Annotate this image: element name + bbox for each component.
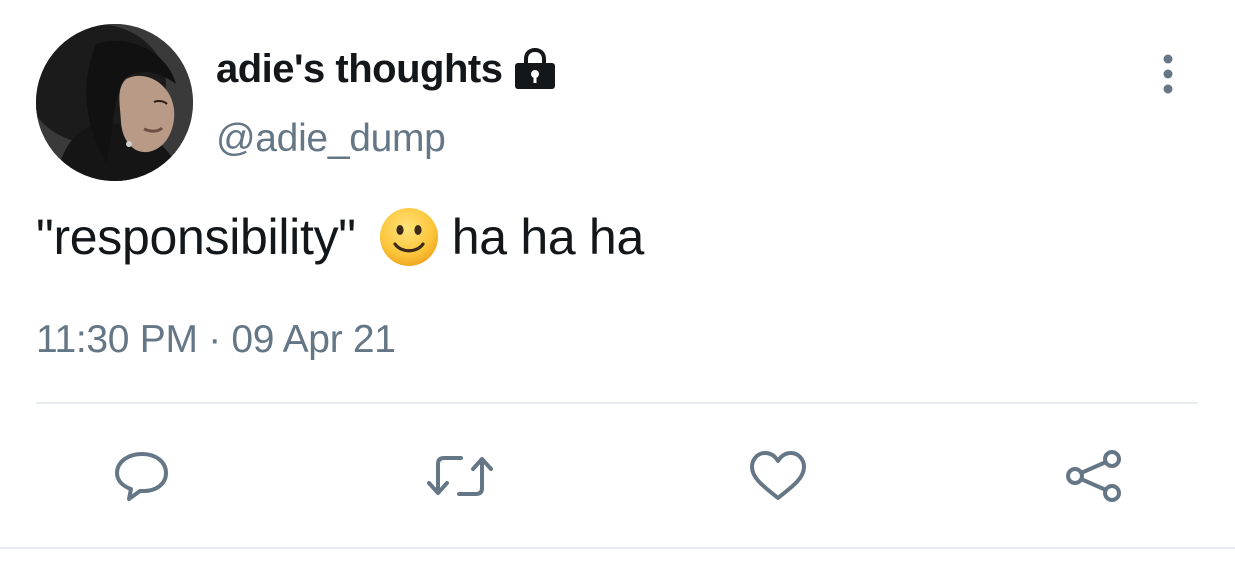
bottom-divider <box>0 547 1235 549</box>
tweet-time: 11:30 PM <box>36 318 198 361</box>
speech-bubble-icon <box>115 452 168 501</box>
avatar-image <box>36 24 193 181</box>
user-handle[interactable]: @adie_dump <box>216 117 446 161</box>
divider <box>36 402 1198 404</box>
lock-icon <box>512 47 558 90</box>
tweet-text: "responsibility" ha ha ha <box>36 206 644 268</box>
tweet-text-part-2: ha ha ha <box>451 209 645 265</box>
retweet-button[interactable] <box>425 448 493 504</box>
meta-separator: · <box>208 318 221 361</box>
display-name-text: adie's thoughts <box>216 46 503 91</box>
avatar[interactable] <box>36 24 193 181</box>
like-button[interactable] <box>748 448 808 504</box>
share-icon <box>1066 450 1121 502</box>
heart-icon <box>750 451 806 500</box>
share-button[interactable] <box>1065 448 1125 504</box>
tweet-text-part-1: "responsibility" <box>36 209 356 265</box>
display-name[interactable]: adie's thoughts <box>216 44 558 94</box>
slightly-smiling-face-icon <box>378 206 440 268</box>
retweet-icon <box>427 456 493 496</box>
tweet-timestamp[interactable]: 11:30 PM · 09 Apr 21 <box>36 318 396 362</box>
reply-button[interactable] <box>112 448 172 504</box>
more-options-icon[interactable] <box>1148 52 1188 98</box>
tweet-date: 09 Apr 21 <box>231 318 396 361</box>
